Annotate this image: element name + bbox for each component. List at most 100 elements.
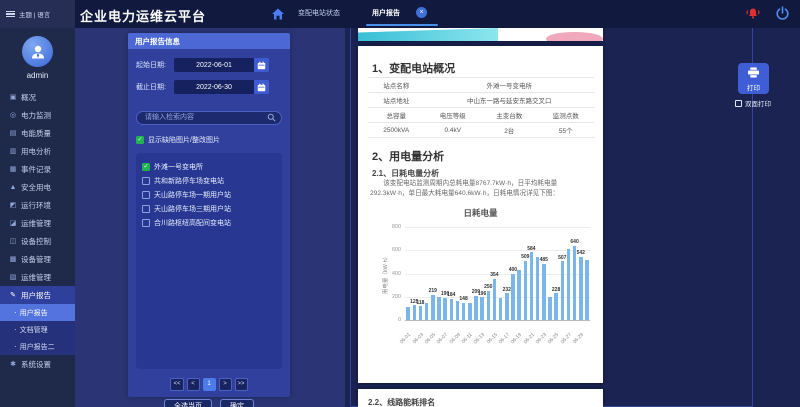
station-checkbox-row[interactable]: 天山路停车场一期用户站 [142, 188, 276, 202]
tab-user-report[interactable]: 用户报告 [372, 8, 400, 18]
tab-substation-status[interactable]: 变配电站状态 [298, 8, 340, 18]
x-tick-text: 06-01 [399, 332, 413, 346]
sidebar-subitem[interactable]: · 文档管理 [0, 321, 75, 338]
logout-power-icon[interactable] [774, 5, 791, 22]
bar [579, 256, 583, 320]
x-tick-text: 06-07 [436, 332, 450, 346]
duplex-print-checkbox[interactable] [735, 99, 742, 107]
environment-icon: ◩ [9, 202, 17, 209]
confirm-button[interactable]: 确定 [220, 398, 254, 407]
sidebar-item-label: 用电分析 [21, 146, 51, 156]
event-log-icon: ▦ [9, 166, 17, 173]
bar-value-label: 400 [508, 267, 518, 273]
sidebar-item-label: 系统设置 [21, 359, 51, 369]
tab-close-icon[interactable]: × [416, 7, 427, 18]
bar-value-label: 190 [440, 291, 450, 298]
search-input[interactable] [136, 110, 282, 125]
username: admin [26, 71, 49, 80]
sidebar-item-ops-management[interactable]: ◪ 运维管理 [0, 214, 75, 232]
sidebar-item-usage-analysis[interactable]: ▥ 用电分析 [0, 142, 75, 160]
bar-value-label: 354 [490, 272, 499, 279]
bar [548, 297, 552, 320]
sidebar-item-safe-power[interactable]: ▲ 安全用电 [0, 178, 75, 196]
pagination-button[interactable]: < [186, 377, 200, 391]
pagination-button[interactable]: > [218, 377, 232, 391]
bar [424, 302, 429, 320]
app-title: 企业电力运维云平台 [80, 9, 207, 24]
panel-title: 用户报告信息 [128, 33, 290, 49]
sidebar-item-environment[interactable]: ◩ 运行环境 [0, 196, 75, 214]
station-checkbox[interactable] [142, 204, 150, 213]
bar [542, 263, 546, 320]
start-date-input[interactable] [174, 58, 254, 72]
bullet-icon: · [14, 342, 17, 351]
bar [529, 252, 534, 320]
show-images-checkbox-row[interactable]: ✓ 显示缺陷图片/整改图片 [136, 135, 282, 145]
duplex-print-row[interactable]: 双面打印 [735, 98, 771, 108]
station-checkbox-row[interactable]: 共和新路停车场变电站 [142, 174, 276, 188]
sidebar-subitem[interactable]: · 用户报告 [0, 304, 75, 321]
x-tick-label: 06-27 [518, 323, 572, 345]
x-tick-text: 06-17 [497, 332, 511, 346]
x-tick-text: 06-11 [460, 332, 474, 346]
sidebar-item-ops-management-2[interactable]: ▧ 运维管理 [0, 268, 75, 286]
sidebar-subitem-label: 用户报告二 [19, 343, 55, 351]
power-monitoring-icon: ◎ [9, 112, 17, 119]
pagination-button[interactable]: 1 [202, 377, 216, 391]
select-all-page-button[interactable]: 全选当页 [164, 398, 212, 407]
station-checkbox-row[interactable]: ✓ 外滩一号变电所 [142, 160, 276, 174]
pagination-button[interactable]: << [170, 377, 184, 391]
sidebar-item-power-monitoring[interactable]: ◎ 电力监测 [0, 106, 75, 124]
bar [505, 293, 509, 320]
start-date-calendar-icon[interactable] [254, 58, 269, 72]
end-date-calendar-icon[interactable] [254, 80, 269, 94]
sidebar-subitem[interactable]: · 用户报告二 [0, 338, 75, 355]
station-info-table: 站点名称 外滩一号变电所 站点地址 中山东一路与延安东路交叉口 总容量 电压等级… [368, 77, 594, 138]
search-icon [267, 109, 276, 127]
sidebar-item-power-quality[interactable]: ▤ 电能质量 [0, 124, 75, 142]
sidebar-item-device-management[interactable]: ▩ 设备管理 [0, 250, 75, 268]
bar [455, 301, 460, 320]
bar [474, 295, 478, 320]
x-tick-text: 06-13 [473, 332, 487, 346]
sidebar-item-overview[interactable]: ▣ 概况 [0, 88, 75, 106]
show-images-checkbox[interactable]: ✓ [136, 135, 144, 144]
station-label: 共和新路停车场变电站 [154, 177, 224, 185]
sidebar-item-settings[interactable]: ✱ 系统设置 [0, 355, 75, 373]
theme-language-label[interactable]: 主题 | 语言 [19, 9, 50, 19]
pagination-button[interactable]: >> [234, 377, 248, 391]
power-quality-icon: ▤ [9, 130, 17, 137]
station-label: 天山路停车场三期用户站 [154, 205, 231, 213]
hamburger-menu-icon[interactable] [6, 10, 15, 18]
bar-value-label: 509 [521, 254, 530, 261]
home-icon[interactable] [270, 6, 286, 22]
bar-value-label: 148 [459, 296, 468, 303]
user-report-icon: ✎ [10, 292, 16, 299]
station-checkbox[interactable] [142, 190, 150, 199]
print-button[interactable]: 打印 [738, 63, 769, 94]
station-checkbox[interactable] [142, 218, 150, 227]
bar-value-label: 196 [477, 290, 487, 297]
x-tick-text: 06-21 [522, 332, 536, 346]
chart-title: 日耗电量 [463, 208, 498, 218]
x-tick-text: 06-29 [571, 332, 585, 346]
sidebar-item-device-control[interactable]: ◫ 设备控制 [0, 232, 75, 250]
x-tick-label: 06-03 [370, 323, 424, 345]
avatar [22, 36, 53, 67]
bar-value-label: 232 [502, 286, 511, 293]
x-tick-text: 06-15 [485, 332, 499, 346]
bullet-icon: · [14, 308, 17, 317]
x-tick-label: 06-29 [531, 323, 585, 345]
station-checkbox[interactable] [142, 176, 150, 185]
sidebar-item-label: 安全用电 [21, 182, 51, 192]
sidebar-item-user-report[interactable]: ✎ 用户报告 [0, 286, 75, 304]
table-row: 站点地址 中山东一路与延安东路交叉口 [368, 93, 594, 108]
station-checkbox[interactable]: ✓ [142, 162, 150, 171]
station-checkbox-row[interactable]: 合川路枢纽高配间变电站 [142, 216, 276, 230]
end-date-input[interactable] [174, 80, 254, 94]
alarm-bell-icon[interactable] [744, 6, 762, 22]
sidebar-item-event-log[interactable]: ▦ 事件记录 [0, 160, 75, 178]
bar-value-label: 640 [570, 239, 579, 246]
theme-language-menu[interactable]: 主题 | 语言 [0, 0, 75, 28]
station-checkbox-row[interactable]: 天山路停车场三期用户站 [142, 202, 276, 216]
